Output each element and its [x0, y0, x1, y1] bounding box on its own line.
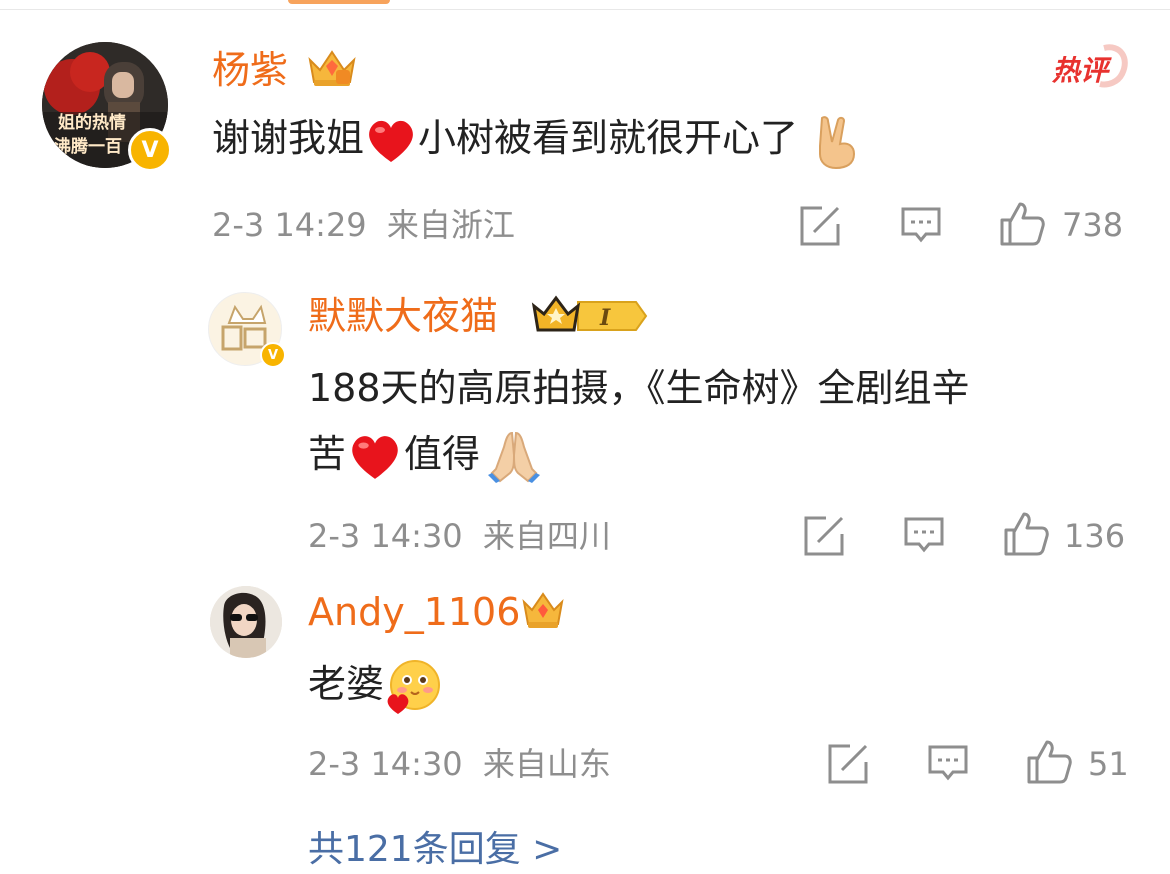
hot-label: 热评: [1051, 54, 1112, 87]
reply-time: 2-3 14:30: [308, 745, 463, 783]
comment-text: 谢谢我姐 小树被看到就很开心了: [212, 106, 864, 170]
comment-icon[interactable]: [900, 206, 942, 246]
avatar-caption-1: 姐的热情: [58, 113, 126, 133]
praying-hands-icon: [488, 431, 541, 483]
verified-badge-icon: V: [260, 342, 286, 368]
more-replies-link[interactable]: 共121条回复 >: [308, 828, 562, 872]
like-icon[interactable]: [1025, 738, 1073, 786]
hot-comment-badge: 热评: [1051, 44, 1128, 88]
portrait-avatar-image: [210, 586, 282, 658]
comment-text-part1: 谢谢我姐: [212, 116, 365, 160]
share-icon[interactable]: [802, 514, 846, 558]
crown-level-badge-icon: I: [531, 295, 648, 332]
red-heart-icon: [352, 435, 398, 479]
comment-text-part2: 小树被看到就很开心了: [418, 116, 799, 160]
avatar-caption-2: 沸腾一百: [54, 137, 122, 157]
like-count: 51: [1088, 745, 1129, 783]
reply-meta: 2-3 14:30 来自山东: [308, 744, 611, 784]
reply-time: 2-3 14:30: [308, 517, 463, 555]
reply-author[interactable]: Andy_1106: [308, 588, 520, 636]
comment-meta: 2-3 14:29 来自浙江: [212, 205, 515, 245]
crown-vip-icon: [308, 50, 356, 86]
level-text: I: [599, 305, 611, 331]
like-count: 738: [1062, 206, 1124, 244]
like-count: 136: [1064, 517, 1126, 555]
reply-author[interactable]: 默默大夜猫: [308, 292, 498, 340]
reply-text-content: 老婆: [308, 662, 385, 706]
top-divider: [0, 9, 1170, 10]
reply-meta: 2-3 14:30 来自四川: [308, 516, 611, 556]
share-icon[interactable]: [826, 742, 870, 786]
comment-time: 2-3 14:29: [212, 206, 367, 244]
crown-vip-icon: [522, 592, 564, 628]
reply-location: 来自山东: [482, 745, 611, 783]
verified-badge-icon: V: [128, 128, 172, 172]
tab-indicator: [288, 0, 390, 4]
comment-location: 来自浙江: [386, 206, 515, 244]
reply-avatar[interactable]: [210, 586, 282, 658]
victory-hand-icon: [819, 115, 856, 169]
reply-text-line2-part1: 苦: [308, 432, 347, 476]
reply-text-line1: 188天的高原拍摄，《生命树》全剧组辛: [308, 366, 970, 410]
blushing-face-icon: [387, 659, 441, 714]
reply-text-line2-part2: 值得: [404, 432, 481, 476]
like-icon[interactable]: [998, 200, 1046, 248]
share-icon[interactable]: [798, 204, 842, 248]
like-icon[interactable]: [1002, 510, 1050, 558]
comment-icon[interactable]: [903, 516, 945, 556]
red-heart-icon: [369, 120, 413, 162]
comment-author[interactable]: 杨紫: [212, 46, 288, 94]
reply-text: 老婆: [308, 652, 442, 716]
reply-text-line2: 苦 值得: [308, 422, 542, 486]
reply-location: 来自四川: [482, 517, 611, 555]
comment-icon[interactable]: [927, 744, 969, 784]
